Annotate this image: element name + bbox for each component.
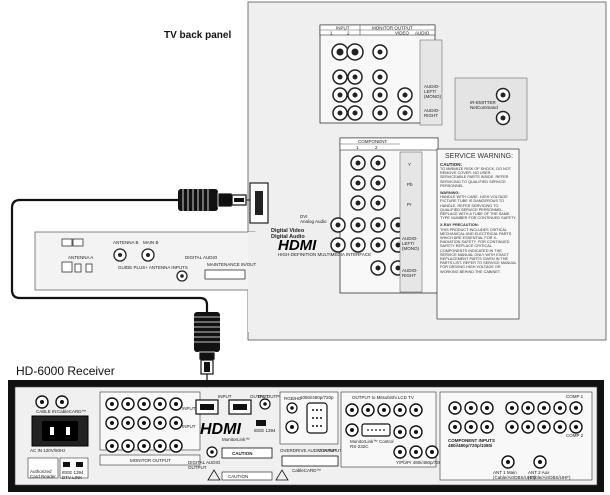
- tv-monitor-col-audio: AUDIO: [415, 31, 430, 36]
- tv-component-header: COMPONENT: [358, 139, 388, 144]
- tv-lower-label-digital-audio: DIGITAL AUDIO: [185, 255, 218, 260]
- rx-label-ieee: IEEE 1394 DTV LINK: [62, 470, 84, 480]
- tv-av-input-block: INPUT MONITOR OUTPUT 1 2 VIDEO AUDIO: [319, 24, 436, 124]
- tv-netcommand-label: IR-EMITTER NetCommand: [470, 100, 498, 110]
- tv-comp-label-pb: Pb: [407, 182, 413, 187]
- tv-comp-label-audio-right: AUDIO-RIGHT: [402, 268, 418, 278]
- tv-back-panel: INPUT MONITOR OUTPUT 1 2 VIDEO AUDIO AUD…: [34, 1, 607, 341]
- rx-label-input-1: INPUT: [182, 406, 196, 411]
- tv-lower-label-maintenance: MAINTENANCE IN/OUT: [207, 262, 257, 267]
- rx-label-input-2: INPUT: [182, 424, 196, 429]
- tv-hdmi-port[interactable]: [249, 182, 269, 224]
- tv-back-panel-title: TV back panel: [164, 30, 232, 41]
- hd6000-receiver-panel: CABLE IN CableCARD™ AC IN 120V/60Hz Auth…: [8, 380, 604, 492]
- rx-component-block: COMP 1 COMP 2 COMPONENT INPUTS 480i/480p/…: [439, 391, 593, 481]
- tv-lower-label-main-b: MAIN B: [143, 240, 159, 245]
- tv-service-warning: SERVICE WARNING: CAUTION: TO MINIMIZE RI…: [436, 148, 520, 320]
- xray-text: THIS PRODUCT INCLUDES CRITICAL MECHANICA…: [440, 227, 517, 274]
- rx-label-comp2: COMP 2: [566, 433, 584, 438]
- rx-label-output-to-lcd: OUTPUT to Mitsubishi LCD TV: [352, 395, 414, 400]
- rx-label-vga-input: VGA INPUT: [318, 448, 342, 453]
- tv-lower-label-antenna-a: ANTENNA A: [68, 255, 93, 260]
- hdmi-connector-tv-end: [178, 189, 247, 211]
- service-warning-title: SERVICE WARNING:: [445, 153, 513, 160]
- service-warning-text: HANDLE WITH CARE. HIGH VOLTAGE PICTURE T…: [440, 195, 517, 221]
- rx-label-ac-in: AC IN 120V/60Hz: [30, 448, 66, 453]
- tv-audio-right-label: AUDIO-RIGHT: [424, 108, 440, 118]
- tv-hdmi-tagline: HIGH-DEFINITION MULTIMEDIA INTERFACE: [278, 252, 371, 257]
- rx-label-cable-in: CABLE IN: [36, 409, 57, 414]
- rx-label-caution: CAUTION: [232, 451, 253, 456]
- rx-label-cablecard-slot: CableCARD™: [292, 468, 321, 473]
- rx-label-cablecard-top: CableCARD™: [57, 409, 86, 414]
- rx-label-component-inputs: COMPONENT INPUTS 480i/480p/720p/1080i: [448, 438, 495, 448]
- rx-label-1080: 1080i/480p/720p: [300, 395, 334, 400]
- tv-monitor-col-video: VIDEO: [395, 31, 410, 36]
- tv-lower-caption: GUIDE PLUS+ ANTENNA INPUTS: [118, 265, 188, 270]
- rx-label-monitorlink: MonitorLink™: [222, 437, 250, 442]
- receiver-title: HD-6000 Receiver: [16, 364, 115, 378]
- rx-hdmi-logo: HDMI: [200, 421, 241, 438]
- rx-label-comp1: COMP 1: [566, 394, 584, 399]
- rx-monitor-output: INPUT INPUT AUDIO: [99, 391, 201, 459]
- rx-label-input-hdmi: INPUT: [218, 394, 232, 399]
- connection-diagram: INPUT MONITOR OUTPUT 1 2 VIDEO AUDIO AUD…: [8, 1, 607, 492]
- rx-label-monitor-output: MONITOR OUTPUT: [130, 458, 171, 463]
- tv-comp-label-pr: Pr: [407, 202, 412, 207]
- rx-label-caution-2: CAUTION: [228, 474, 248, 479]
- tv-lower-label-antenna-b: ANTENNA B: [113, 240, 139, 245]
- hdmi-connector-receiver-end: [194, 312, 220, 375]
- tv-component-block: COMPONENT 1 2 Y Pb Pr AUDIO-LEFT/ (MONO)…: [330, 137, 439, 294]
- service-caution-text: TO MINIMIZE RISK OF SHOCK, DO NOT REMOVE…: [440, 167, 511, 188]
- rx-label-ieee-mini: IEEE 1394: [254, 428, 276, 433]
- tv-comp-label-y: Y: [408, 162, 411, 167]
